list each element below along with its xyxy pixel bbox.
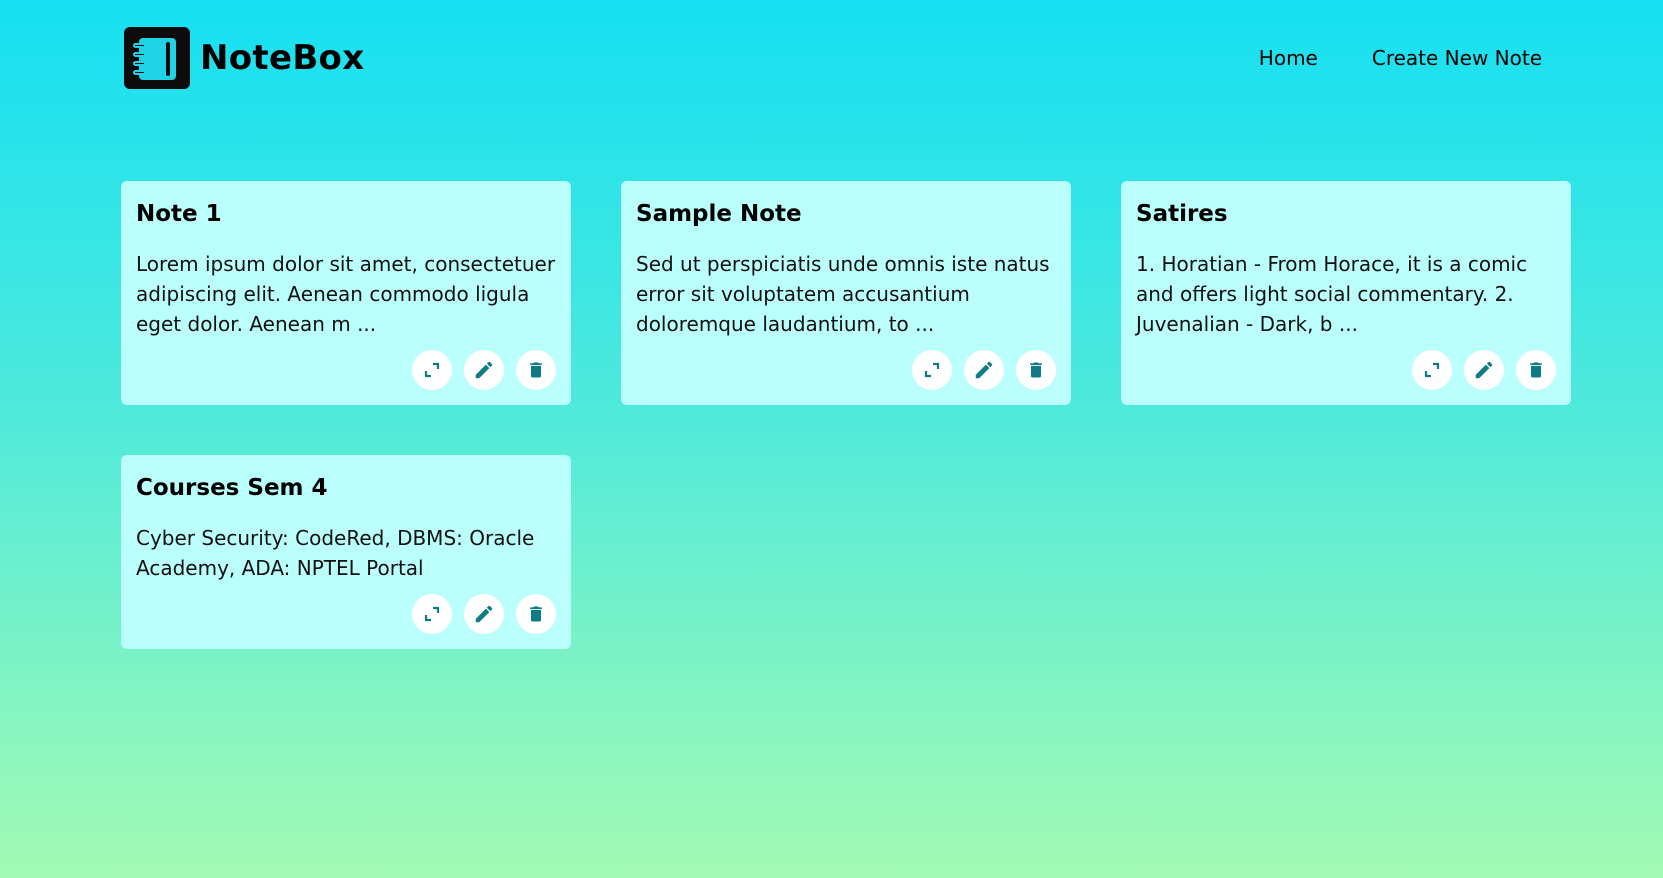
brand[interactable]: NoteBox [124,27,364,89]
expand-icon [924,362,940,378]
pencil-icon [1475,361,1493,379]
note-actions [636,350,1056,390]
pencil-icon [475,361,493,379]
note-excerpt: Sed ut perspiciatis unde omnis iste natu… [636,252,1050,336]
edit-note-button[interactable] [464,350,504,390]
delete-note-button[interactable] [1016,350,1056,390]
expand-note-button[interactable] [412,594,452,634]
expand-icon [424,606,440,622]
note-card: Courses Sem 4 Cyber Security: CodeRed, D… [121,455,571,649]
note-card: Sample Note Sed ut perspiciatis unde omn… [621,181,1071,405]
note-title: Note 1 [136,201,222,227]
note-excerpt: Cyber Security: CodeRed, DBMS: Oracle Ac… [136,526,535,580]
note-excerpt: 1. Horatian - From Horace, it is a comic… [1136,252,1528,336]
edit-note-button[interactable] [964,350,1004,390]
trash-icon [1030,362,1042,378]
note-excerpt: Lorem ipsum dolor sit amet, consectetuer… [136,252,556,336]
delete-note-button[interactable] [1516,350,1556,390]
expand-icon [424,362,440,378]
expand-icon [1424,362,1440,378]
trash-icon [1530,362,1542,378]
nav-create-note-link[interactable]: Create New Note [1372,46,1542,70]
notebook-icon [124,27,190,89]
note-title: Satires [1136,201,1228,227]
note-actions [136,594,556,634]
pencil-icon [975,361,993,379]
note-card: Note 1 Lorem ipsum dolor sit amet, conse… [121,181,571,405]
expand-note-button[interactable] [1412,350,1452,390]
note-title: Sample Note [636,201,802,227]
expand-note-button[interactable] [412,350,452,390]
pencil-icon [475,605,493,623]
edit-note-button[interactable] [1464,350,1504,390]
note-card: Satires 1. Horatian - From Horace, it is… [1121,181,1571,405]
brand-name: NoteBox [200,38,365,78]
expand-note-button[interactable] [912,350,952,390]
delete-note-button[interactable] [516,350,556,390]
trash-icon [530,606,542,622]
delete-note-button[interactable] [516,594,556,634]
main-nav: Home Create New Note [1259,46,1542,70]
trash-icon [530,362,542,378]
app-header: NoteBox Home Create New Note [124,26,1544,90]
note-actions [136,350,556,390]
note-title: Courses Sem 4 [136,475,328,501]
nav-home-link[interactable]: Home [1259,46,1318,70]
notes-grid: Note 1 Lorem ipsum dolor sit amet, conse… [121,181,1571,649]
edit-note-button[interactable] [464,594,504,634]
note-actions [1136,350,1556,390]
